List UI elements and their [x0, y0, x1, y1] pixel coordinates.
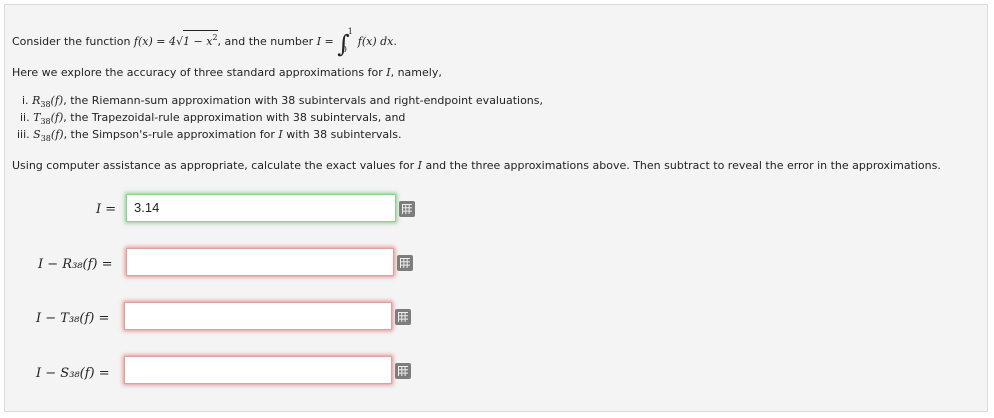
answer-label-riemann-error: I − R₃₈(f) =	[38, 257, 113, 272]
instructions: Using computer assistance as appropriate…	[12, 159, 941, 172]
answer-label-trapezoidal-error: I − T₃₈(f) =	[36, 311, 110, 326]
answer-label-integral: I =	[96, 202, 117, 217]
and-number-text: , and the number	[217, 35, 314, 48]
integral-answer-input[interactable]: 3.14	[126, 194, 396, 222]
consider-text: Consider the function	[12, 35, 131, 48]
math-keyboard-icon[interactable]	[395, 309, 411, 325]
integral-expression: I = ∫ 1 0 f(x) dx.	[316, 27, 397, 58]
math-keyboard-icon[interactable]	[399, 201, 415, 217]
function-definition: f(x) = 4√1 − x2	[134, 30, 218, 48]
list-item-trapezoidal: ii. T38(f), the Trapezoidal-rule approxi…	[20, 111, 406, 126]
answer-label-simpson-error: I − S₃₈(f) =	[36, 366, 110, 381]
function-statement: Consider the function f(x) = 4√1 − x2, a…	[12, 27, 397, 58]
math-keyboard-icon[interactable]	[395, 363, 411, 379]
math-keyboard-icon[interactable]	[397, 255, 413, 271]
riemann-error-input[interactable]	[126, 248, 394, 276]
list-item-simpson: iii. S38(f), the Simpson's-rule approxim…	[17, 128, 402, 143]
explore-statement: Here we explore the accuracy of three st…	[12, 66, 442, 79]
simpson-error-input[interactable]	[124, 356, 392, 384]
list-item-riemann: i. R38(f), the Riemann-sum approximation…	[22, 94, 544, 109]
trapezoidal-error-input[interactable]	[124, 302, 392, 330]
